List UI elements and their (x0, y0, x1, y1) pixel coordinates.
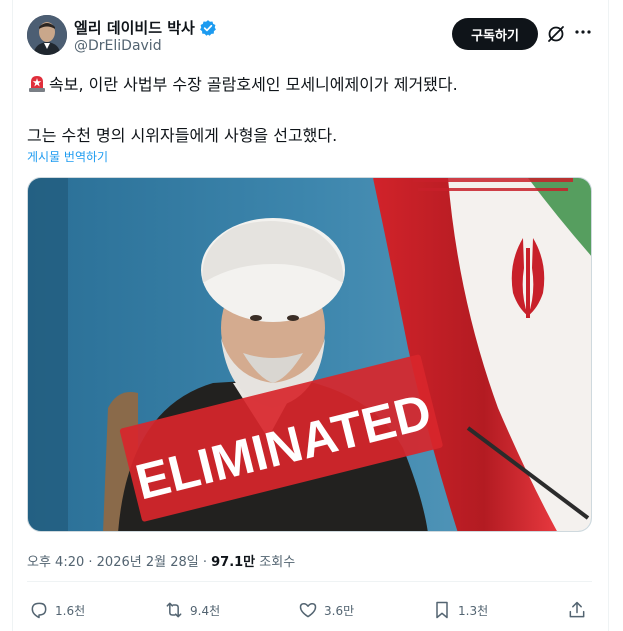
siren-icon (27, 73, 47, 93)
meta-separator: · (88, 555, 97, 570)
post-meta: 오후 4:20 · 2026년 2월 28일 · 97.1만 조회수 (27, 551, 295, 570)
bookmark-icon (436, 601, 448, 619)
display-name-text[interactable]: 엘리 데이비드 박사 (74, 17, 195, 38)
like-count: 3.6만 (324, 603, 355, 618)
repost-count: 9.4천 (190, 603, 221, 618)
translate-link[interactable]: 게시물 번역하기 (27, 148, 108, 165)
post-text-line1-content: 속보, 이란 사법부 수장 골람호세인 모세니에제이가 제거됐다. (49, 75, 458, 94)
reply-icon (31, 602, 47, 619)
like-icon (299, 603, 317, 618)
subscribe-button[interactable]: 구독하기 (452, 18, 538, 50)
reply-count: 1.6천 (55, 603, 86, 618)
post-time[interactable]: 오후 4:20 (27, 555, 84, 570)
post-text-line2: 그는 수천 명의 시위자들에게 사형을 선고했다. (27, 126, 338, 145)
views-label: 조회수 (259, 555, 296, 570)
share-icon (569, 601, 585, 618)
bookmark-count: 1.3천 (458, 603, 489, 618)
display-name[interactable]: 엘리 데이비드 박사 (74, 17, 217, 38)
like-button[interactable]: 3.6만 (298, 600, 354, 620)
handle[interactable]: @DrEliDavid (74, 38, 162, 54)
reply-button[interactable]: 1.6천 (29, 600, 85, 620)
verified-badge-icon (199, 19, 217, 37)
post-date[interactable]: 2026년 2월 28일 (97, 555, 199, 570)
bookmark-button[interactable]: 1.3천 (432, 600, 488, 620)
divider (27, 581, 592, 582)
action-bar: 1.6천 9.4천 3.6만 1.3천 (27, 600, 592, 624)
grok-icon[interactable] (546, 24, 566, 44)
repost-button[interactable]: 9.4천 (164, 600, 220, 620)
share-button[interactable] (567, 600, 587, 620)
avatar[interactable] (27, 15, 67, 55)
more-icon[interactable] (573, 22, 593, 42)
repost-icon (166, 602, 182, 618)
post-image[interactable]: ELIMINATED (27, 177, 592, 532)
meta-separator: · (202, 555, 212, 570)
views-count: 97.1만 (211, 555, 256, 570)
post-text-line1: 속보, 이란 사법부 수장 골람호세인 모세니에제이가 제거됐다. (27, 71, 458, 95)
